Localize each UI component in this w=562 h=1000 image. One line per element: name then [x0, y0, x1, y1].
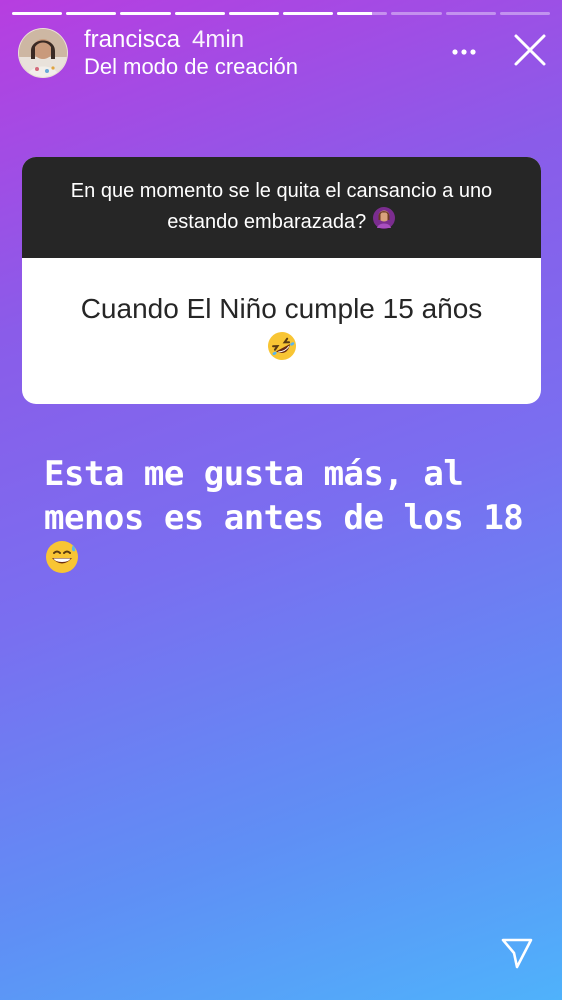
progress-segment: [445, 12, 496, 15]
progress-segment: [283, 12, 334, 15]
progress-segment: [337, 12, 388, 15]
answer-text: Cuando El Niño cumple 15 años: [80, 293, 483, 324]
question-sticker: En que momento se le quita el cansancio …: [22, 157, 541, 404]
progress-segment: [391, 12, 442, 15]
story-header: francisca 4min Del modo de creación: [18, 26, 548, 82]
caption-line-2: menos es antes de los 18: [44, 498, 524, 538]
progress-segment: [12, 12, 63, 15]
story-screen[interactable]: francisca 4min Del modo de creación En q…: [0, 0, 562, 1000]
progress-segment: [174, 12, 225, 15]
more-icon[interactable]: [450, 42, 478, 62]
progress-segment-fill: [283, 12, 334, 15]
avatar-photo: [19, 29, 67, 77]
story-source-label: Del modo de creación: [84, 54, 299, 79]
username[interactable]: francisca: [84, 26, 180, 54]
question-text: En que momento se le quita el cansancio …: [70, 179, 493, 233]
story-caption: Esta me gusta más, al menos es antes de …: [44, 452, 544, 586]
rolling-on-floor-laughing-emoji: [266, 330, 298, 370]
progress-segment-fill: [12, 12, 63, 15]
grinning-sweat-emoji: [44, 539, 80, 586]
question-header: En que momento se le quita el cansancio …: [22, 157, 541, 258]
timestamp: 4min: [192, 26, 245, 53]
progress-segment: [228, 12, 280, 15]
progress-segment-fill: [66, 12, 117, 15]
answer-area: Cuando El Niño cumple 15 años: [22, 258, 541, 404]
story-meta: francisca 4min Del modo de creación: [84, 26, 298, 80]
progress-segment-fill: [120, 12, 171, 15]
progress-segment: [66, 12, 117, 15]
caption-line-1: Esta me gusta más, al: [44, 454, 464, 494]
avatar[interactable]: [18, 28, 68, 78]
story-progress-bar: [12, 12, 551, 15]
progress-segment-fill: [228, 12, 280, 15]
progress-segment-fill: [337, 12, 373, 15]
progress-segment: [120, 12, 171, 15]
progress-segment: [499, 12, 551, 15]
send-icon[interactable]: [500, 936, 534, 970]
progress-segment-fill: [174, 12, 225, 15]
close-icon[interactable]: [512, 32, 548, 68]
woman-facepalming-emoji: [372, 206, 396, 239]
